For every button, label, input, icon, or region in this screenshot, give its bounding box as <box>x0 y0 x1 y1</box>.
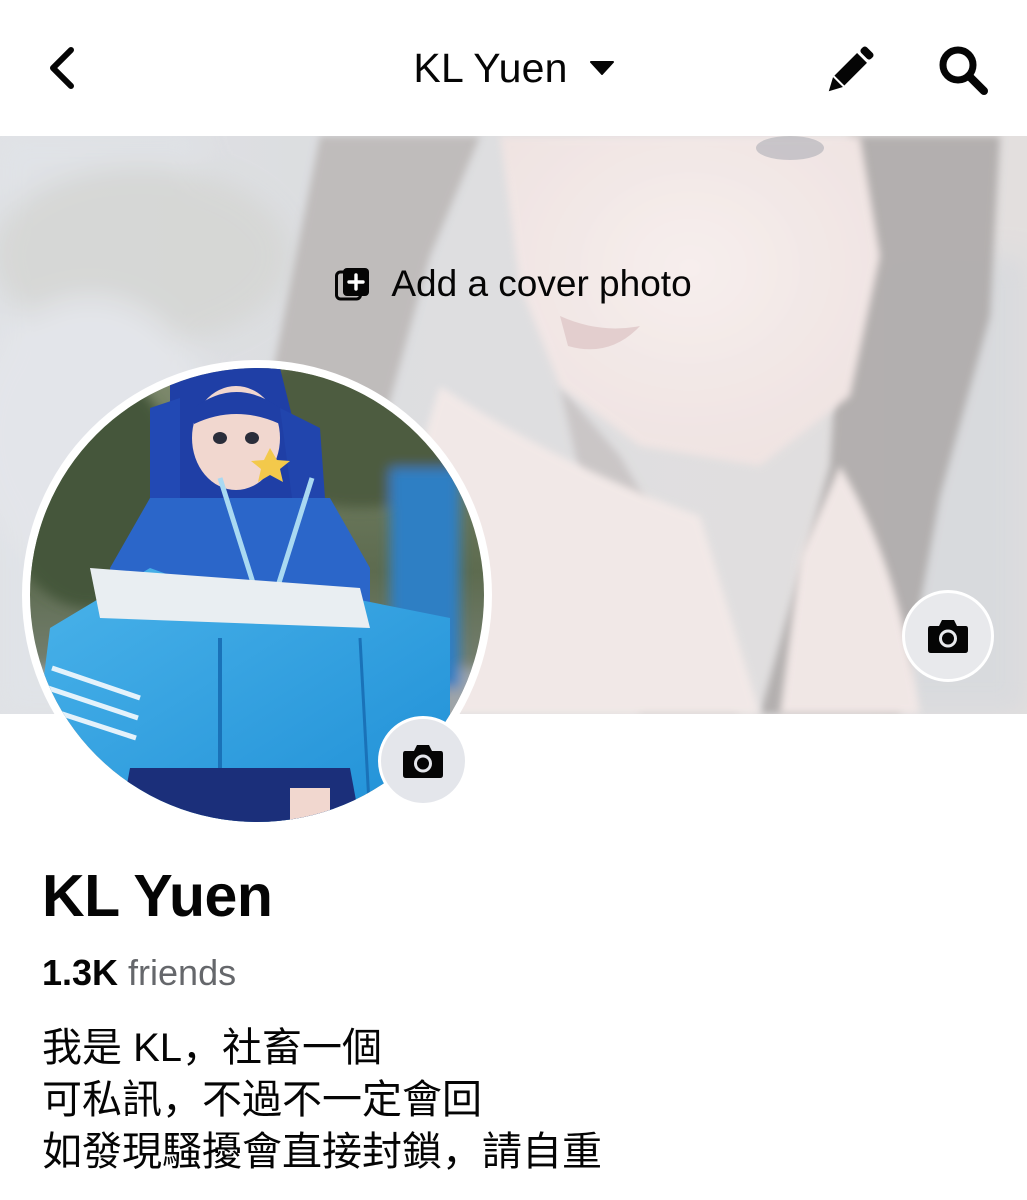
add-photo-icon <box>335 267 371 301</box>
edit-cover-photo-button[interactable] <box>902 590 994 682</box>
search-icon <box>939 46 988 95</box>
bio-line: 如發現騷擾會直接封鎖，請自重 <box>42 1130 602 1174</box>
friends-link[interactable]: 1.3K friends <box>42 952 236 994</box>
profile-name: KL Yuen <box>42 863 273 929</box>
edit-profile-button[interactable] <box>818 38 882 102</box>
add-cover-photo-button[interactable]: Add a cover photo <box>0 260 1027 308</box>
nav-title: KL Yuen <box>413 44 568 91</box>
top-nav-bar: KL Yuen <box>0 0 1027 136</box>
friends-count: 1.3K <box>42 952 119 993</box>
profile-bio: 我是 KL，社畜一個 可私訊，不過不一定會回 如發現騷擾會直接封鎖，請自重 <box>42 1022 1002 1178</box>
edit-profile-photo-button[interactable] <box>378 716 468 806</box>
friends-label: friends <box>128 952 237 993</box>
camera-icon <box>928 620 968 653</box>
pencil-icon <box>828 46 874 92</box>
caret-down-icon <box>589 61 614 75</box>
search-button[interactable] <box>930 38 996 102</box>
bio-line: 可私訊，不過不一定會回 <box>42 1078 482 1122</box>
add-cover-photo-label: Add a cover photo <box>391 263 692 304</box>
profile-page: KL Yuen Add a cover photo KL Yuen 1.3K f… <box>0 0 1027 1200</box>
bio-line: 我是 KL，社畜一個 <box>42 1026 383 1070</box>
camera-icon <box>403 745 443 778</box>
